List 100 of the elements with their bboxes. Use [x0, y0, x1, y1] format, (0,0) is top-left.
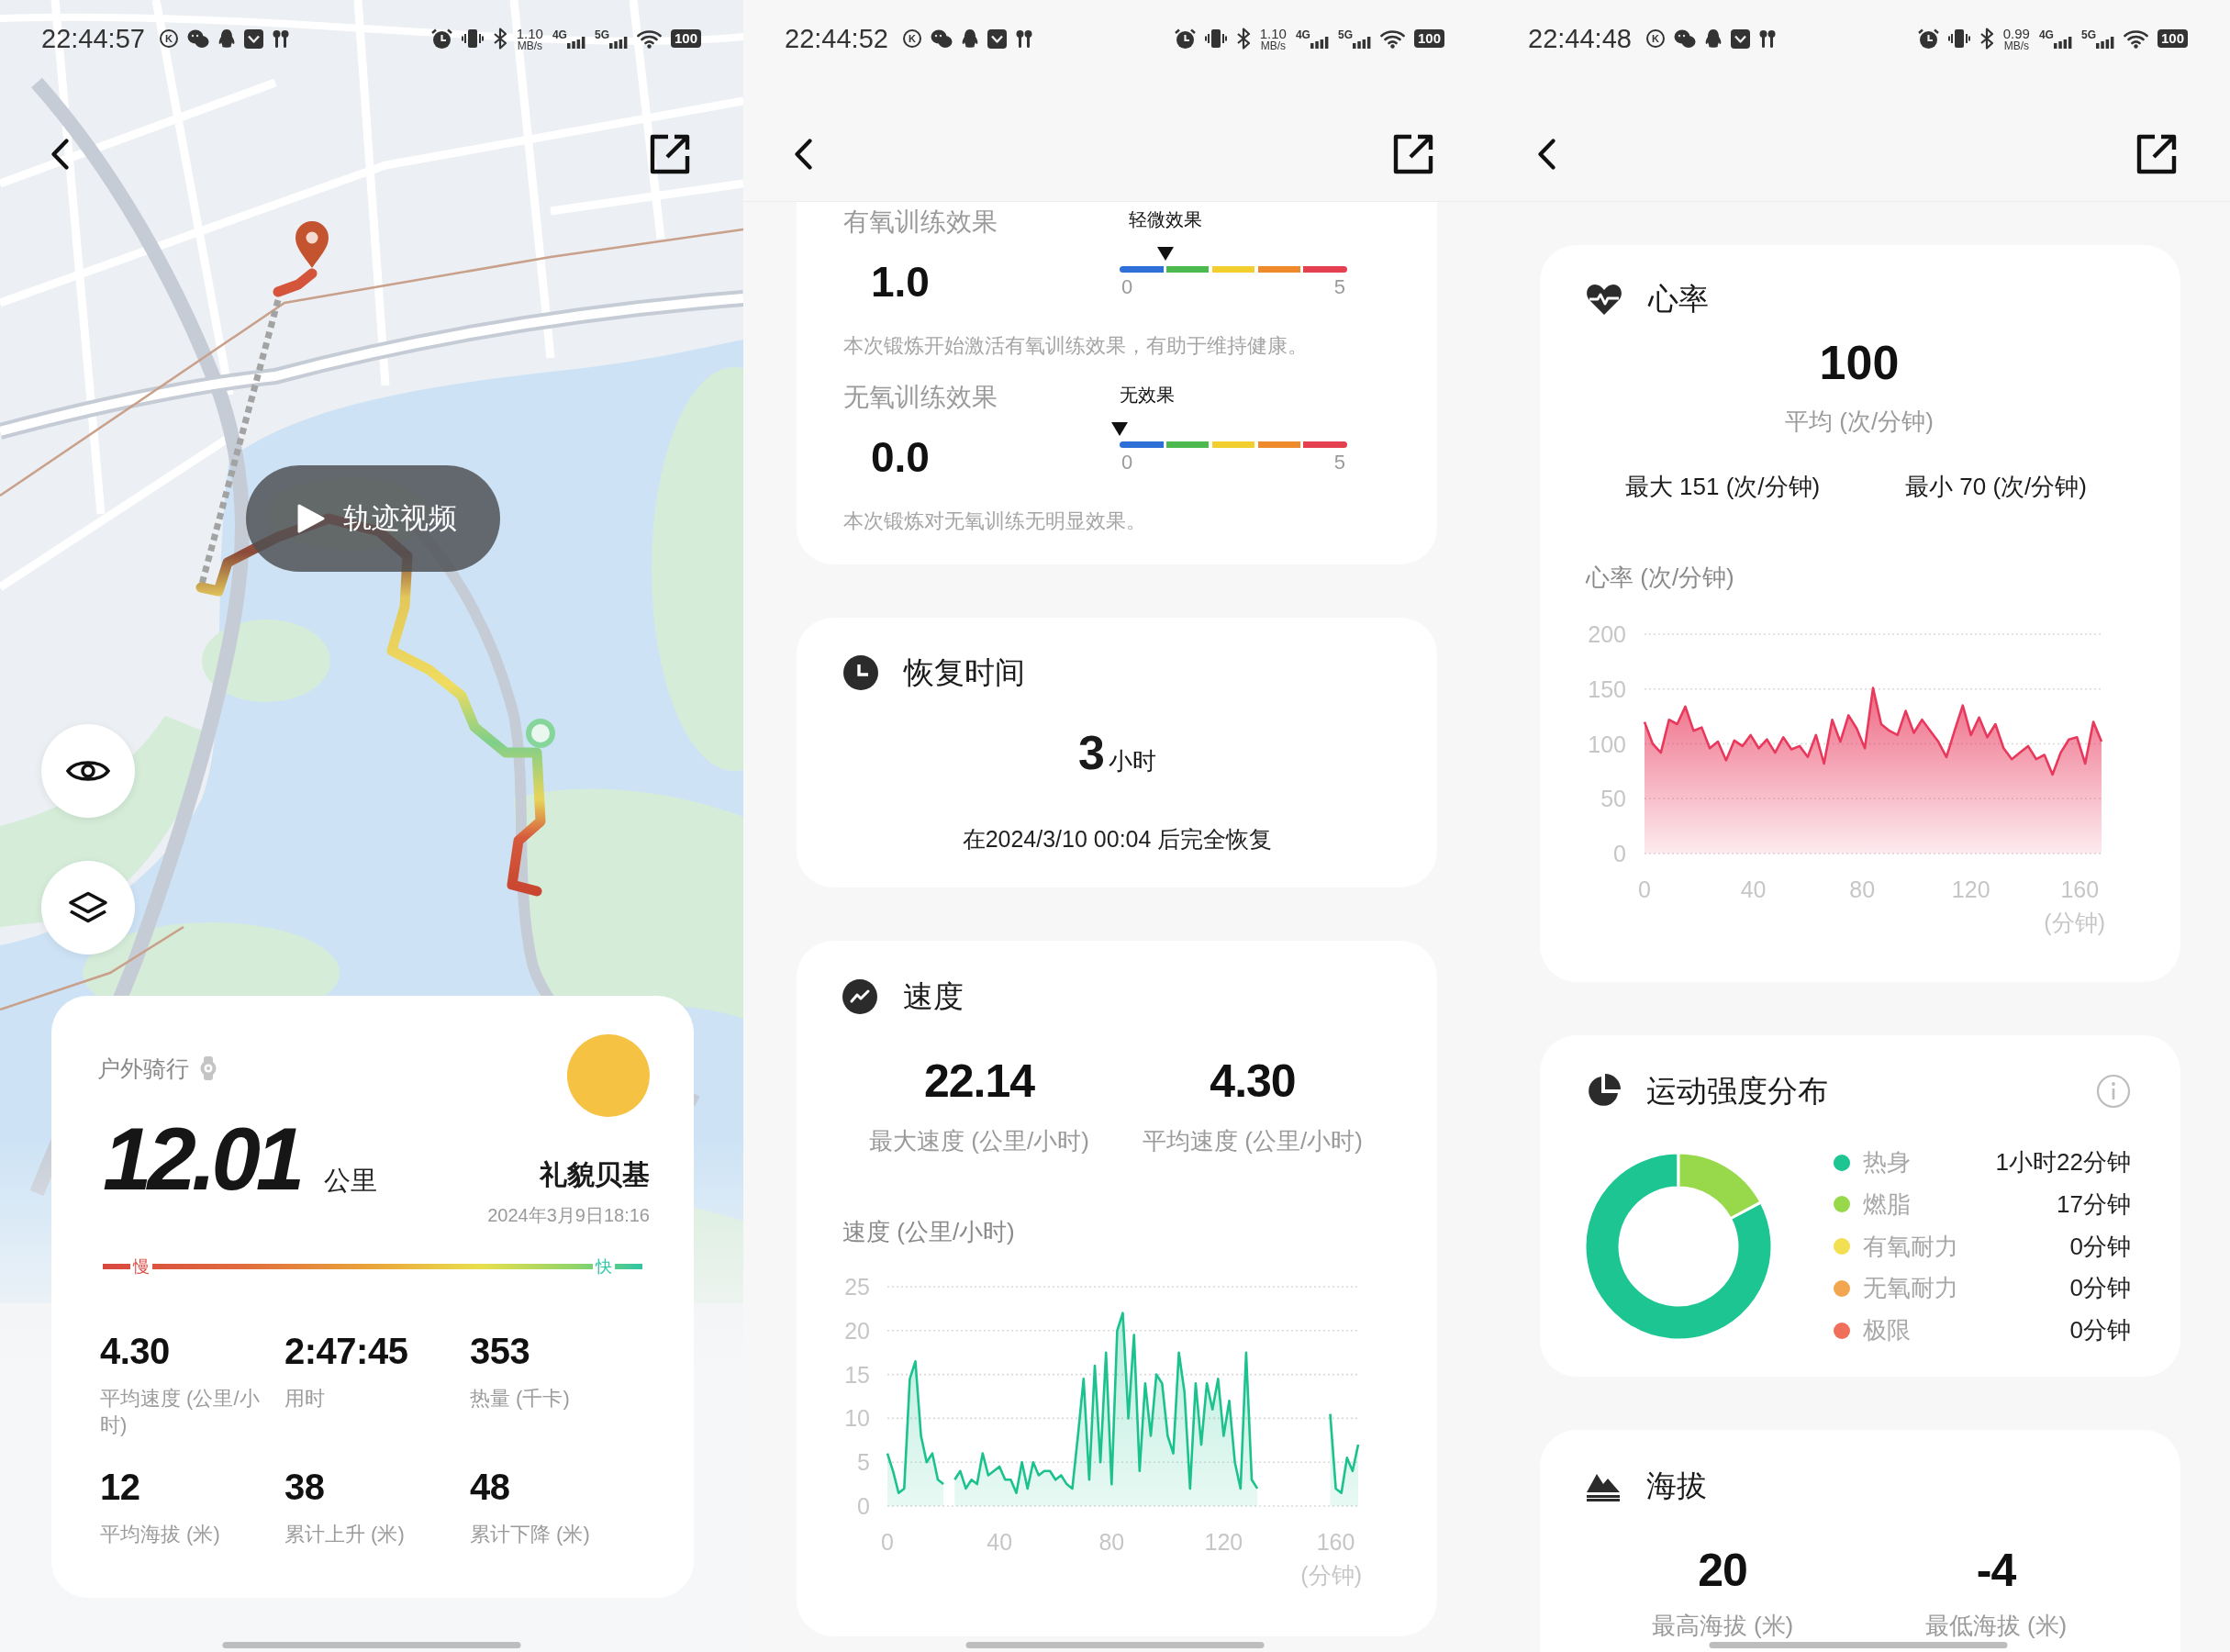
- app-badge: K: [902, 29, 921, 48]
- chevron-square-icon: [1730, 28, 1750, 49]
- extreme-label: 最大 151 (次/分钟): [1623, 472, 1822, 502]
- stat-label: 累计上升 (米): [284, 1522, 406, 1547]
- y-axis-label: 5: [857, 1449, 870, 1476]
- average-label: 平均 (次/分钟): [1784, 407, 1935, 436]
- bluetooth-icon: [1235, 28, 1251, 50]
- battery-indicator: 100: [670, 29, 701, 48]
- pie-chart-icon: [1586, 1074, 1621, 1109]
- recovery-value: 3: [1078, 726, 1105, 779]
- penguin-icon: [1704, 28, 1722, 49]
- alarm-clock-icon: [1174, 28, 1196, 50]
- stat-label: 累计下降 (米): [470, 1522, 591, 1547]
- signal-bars-icon: [608, 36, 628, 49]
- sport-type: 户外骑行: [97, 1054, 189, 1083]
- status-time: 22:44:52: [785, 23, 888, 54]
- circle-marker-icon: [526, 719, 555, 748]
- layers-icon: [68, 891, 108, 924]
- map-pin-icon: [295, 221, 329, 268]
- vibrate-icon: [1204, 28, 1227, 49]
- wifi-icon: [636, 28, 662, 49]
- network-type: 5G: [594, 28, 609, 40]
- chart-title: 速度 (公里/小时): [842, 1217, 1016, 1247]
- status-time: 22:44:57: [41, 23, 145, 54]
- network-type: 4G: [552, 28, 567, 40]
- scale-label: 0: [1121, 275, 1133, 299]
- y-axis-label: 25: [844, 1274, 870, 1300]
- fast-label: 快: [593, 1256, 615, 1278]
- scale-label: 5: [1333, 451, 1345, 474]
- chat-bubbles-icon: [186, 28, 209, 49]
- signal-bars-icon: [2095, 36, 2114, 49]
- card-title: 海拔: [1646, 1467, 1707, 1504]
- legend-value: 17分钟: [2057, 1189, 2131, 1220]
- speed-unit: MB/s: [517, 39, 542, 51]
- share-icon[interactable]: [650, 134, 690, 174]
- penguin-icon: [961, 28, 978, 49]
- stat-label: 用时: [284, 1386, 326, 1412]
- card-title: 恢复时间: [904, 653, 1025, 691]
- effect-description: 本次锻炼对无氧训练无明显效果。: [843, 509, 1147, 533]
- stat-value: 48: [470, 1466, 511, 1509]
- stat-value: 4.30: [100, 1330, 171, 1373]
- extreme-label: 最小 70 (次/分钟): [1904, 472, 2088, 502]
- distance-value: 12.01: [103, 1113, 301, 1205]
- speed-unit: MB/s: [2003, 39, 2029, 51]
- y-axis-label: 0: [857, 1493, 870, 1519]
- effect-rating: 无效果: [1120, 384, 1175, 407]
- scale-label: 0: [1121, 451, 1133, 474]
- stat-value: 353: [470, 1330, 531, 1373]
- effect-rating: 轻微效果: [1128, 208, 1202, 231]
- x-axis-label: 0: [1638, 876, 1651, 902]
- x-axis-label: 80: [1098, 1529, 1125, 1555]
- distance-unit: 公里: [324, 1165, 378, 1197]
- earbuds-icon: [272, 28, 289, 49]
- legend-label: 热身: [1863, 1147, 1911, 1178]
- metric-label: 最低海拔 (米): [1923, 1611, 2068, 1640]
- metric-value: 4.30: [1209, 1055, 1297, 1109]
- watch-icon: [200, 1056, 217, 1080]
- penguin-icon: [217, 28, 235, 49]
- legend-value: 0分钟: [2069, 1273, 2131, 1304]
- y-axis-label: 150: [1588, 675, 1626, 702]
- vibrate-icon: [461, 28, 484, 49]
- signal-bars-icon: [2053, 36, 2072, 49]
- metric-label: 最大速度 (公里/小时): [868, 1126, 1090, 1155]
- x-axis-unit: (分钟): [2044, 910, 2105, 935]
- chart-title: 心率 (次/分钟): [1586, 563, 1735, 593]
- play-icon: [297, 504, 325, 533]
- track-video-button[interactable]: 轨迹视频: [246, 465, 500, 572]
- y-axis-label: 0: [1613, 841, 1626, 866]
- effect-title: 有氧训练效果: [843, 206, 998, 238]
- signal-bars-icon: [1352, 36, 1371, 49]
- user-name: 礼貌贝基: [540, 1158, 650, 1191]
- stat-value: 2:47:45: [284, 1330, 409, 1373]
- share-icon[interactable]: [2136, 133, 2177, 174]
- legend-label: 有氧耐力: [1863, 1231, 1958, 1262]
- chat-bubbles-icon: [1673, 28, 1696, 49]
- effect-value: 1.0: [871, 257, 931, 307]
- activity-date: 2024年3月9日18:16: [487, 1204, 650, 1227]
- share-icon[interactable]: [1393, 133, 1433, 174]
- back-icon[interactable]: [50, 139, 70, 170]
- legend-value: 1小时22分钟: [1995, 1147, 2131, 1178]
- network-type: 4G: [1295, 28, 1310, 40]
- alarm-clock-icon: [430, 28, 452, 50]
- slow-label: 慢: [130, 1256, 152, 1278]
- line-chart-icon: [842, 979, 877, 1014]
- speed-unit: MB/s: [1260, 39, 1286, 51]
- effect-description: 本次锻炼开始激活有氧训练效果，有助于维持健康。: [843, 334, 1309, 358]
- y-axis-label: 200: [1588, 621, 1626, 647]
- scale-label: 5: [1333, 275, 1345, 299]
- y-axis-label: 10: [844, 1405, 870, 1432]
- back-icon[interactable]: [1536, 138, 1556, 170]
- stat-label: 平均速度 (公里/小时): [100, 1386, 261, 1438]
- y-axis-label: 20: [844, 1317, 870, 1344]
- battery-indicator: 100: [2157, 29, 2188, 48]
- back-icon[interactable]: [793, 138, 813, 170]
- metric-label: 平均速度 (公里/小时): [1142, 1126, 1364, 1155]
- earbuds-icon: [1758, 28, 1776, 49]
- bluetooth-icon: [1979, 28, 1994, 50]
- wifi-icon: [2123, 28, 2148, 49]
- network-speed: 0.99: [2002, 26, 2030, 40]
- x-axis-unit: (分钟): [1300, 1562, 1362, 1588]
